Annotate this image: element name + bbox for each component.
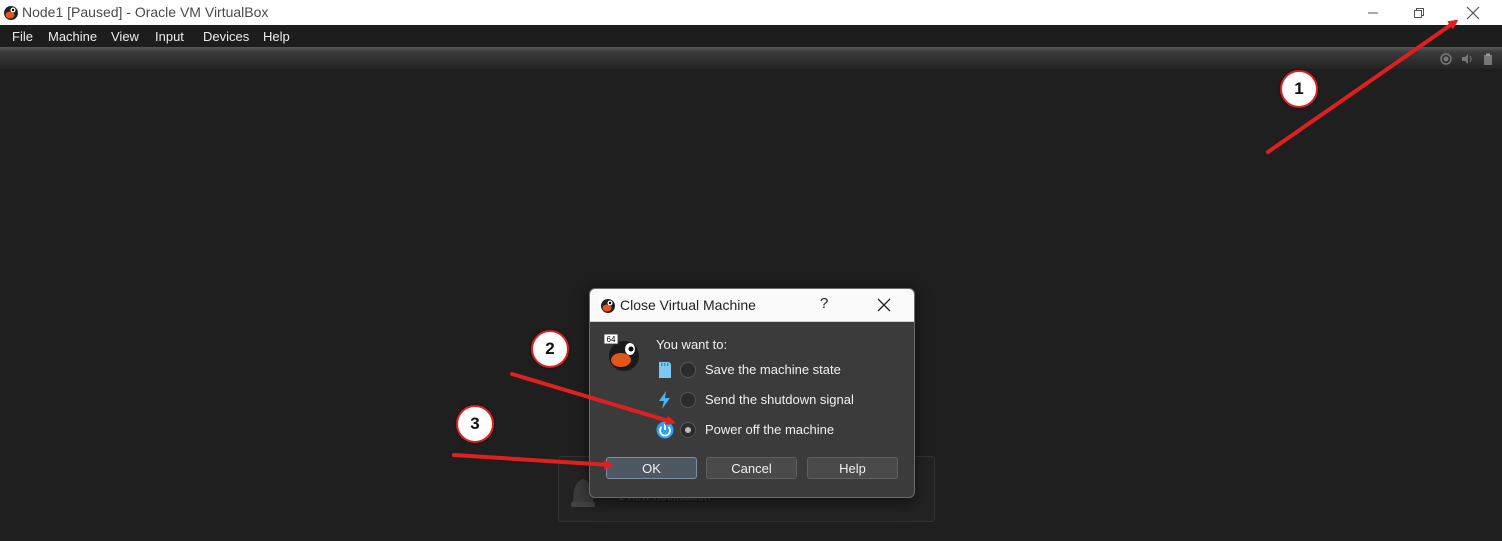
status-icons	[1440, 53, 1494, 65]
ok-button[interactable]: OK	[606, 457, 697, 479]
restore-button[interactable]	[1396, 0, 1442, 25]
lightning-icon	[659, 391, 670, 409]
close-icon	[1466, 6, 1480, 19]
vm-dialog-icon	[599, 296, 617, 314]
dialog-title: Close Virtual Machine	[620, 297, 756, 313]
option-save-state[interactable]: Save the machine state	[656, 359, 896, 381]
vm-app-icon	[2, 3, 20, 21]
menu-input[interactable]: Input	[155, 29, 184, 44]
cancel-button[interactable]: Cancel	[706, 457, 797, 479]
option-label: Power off the machine	[705, 422, 835, 437]
restore-icon	[1414, 7, 1424, 18]
radio-power-off[interactable]	[680, 422, 696, 438]
minimize-icon	[1368, 12, 1378, 13]
sd-card-icon	[659, 362, 671, 378]
radio-shutdown-signal[interactable]	[680, 392, 696, 408]
close-icon	[877, 298, 891, 312]
menu-file[interactable]: File	[12, 29, 33, 44]
option-label: Save the machine state	[705, 362, 841, 377]
power-icon	[656, 421, 674, 439]
step-badge-2: 2	[531, 330, 569, 368]
menu-view[interactable]: View	[111, 29, 139, 44]
radio-save-state[interactable]	[680, 362, 696, 378]
window-titlebar: Node1 [Paused] - Oracle VM VirtualBox	[0, 0, 1502, 25]
step-badge-3: 3	[456, 405, 494, 443]
dialog-close-button[interactable]	[872, 295, 896, 315]
os-badge-label: 64	[607, 335, 616, 344]
option-power-off[interactable]: Power off the machine	[656, 419, 896, 441]
step-badge-1: 1	[1280, 70, 1318, 108]
option-shutdown-signal[interactable]: Send the shutdown signal	[656, 389, 896, 411]
clipboard-icon[interactable]	[1482, 53, 1494, 65]
menu-bar: File Machine View Input Devices Help	[0, 25, 1502, 47]
recording-icon[interactable]	[1440, 53, 1452, 65]
menu-machine[interactable]: Machine	[48, 29, 97, 44]
help-button[interactable]: Help	[807, 457, 898, 479]
dialog-prompt: You want to:	[656, 337, 728, 352]
dialog-help-button[interactable]: ?	[820, 295, 828, 312]
status-strip	[0, 47, 1502, 69]
menu-devices[interactable]: Devices	[203, 29, 249, 44]
audio-icon[interactable]	[1461, 53, 1473, 65]
option-label: Send the shutdown signal	[705, 392, 854, 407]
menu-help[interactable]: Help	[263, 29, 290, 44]
window-title: Node1 [Paused] - Oracle VM VirtualBox	[22, 4, 269, 20]
close-vm-dialog: Close Virtual Machine ? 64 You want to: …	[589, 288, 915, 498]
minimize-button[interactable]	[1350, 0, 1396, 25]
os-logo-icon: 64	[604, 334, 639, 371]
dialog-titlebar: Close Virtual Machine ?	[590, 289, 914, 322]
window-close-button[interactable]	[1450, 0, 1496, 25]
